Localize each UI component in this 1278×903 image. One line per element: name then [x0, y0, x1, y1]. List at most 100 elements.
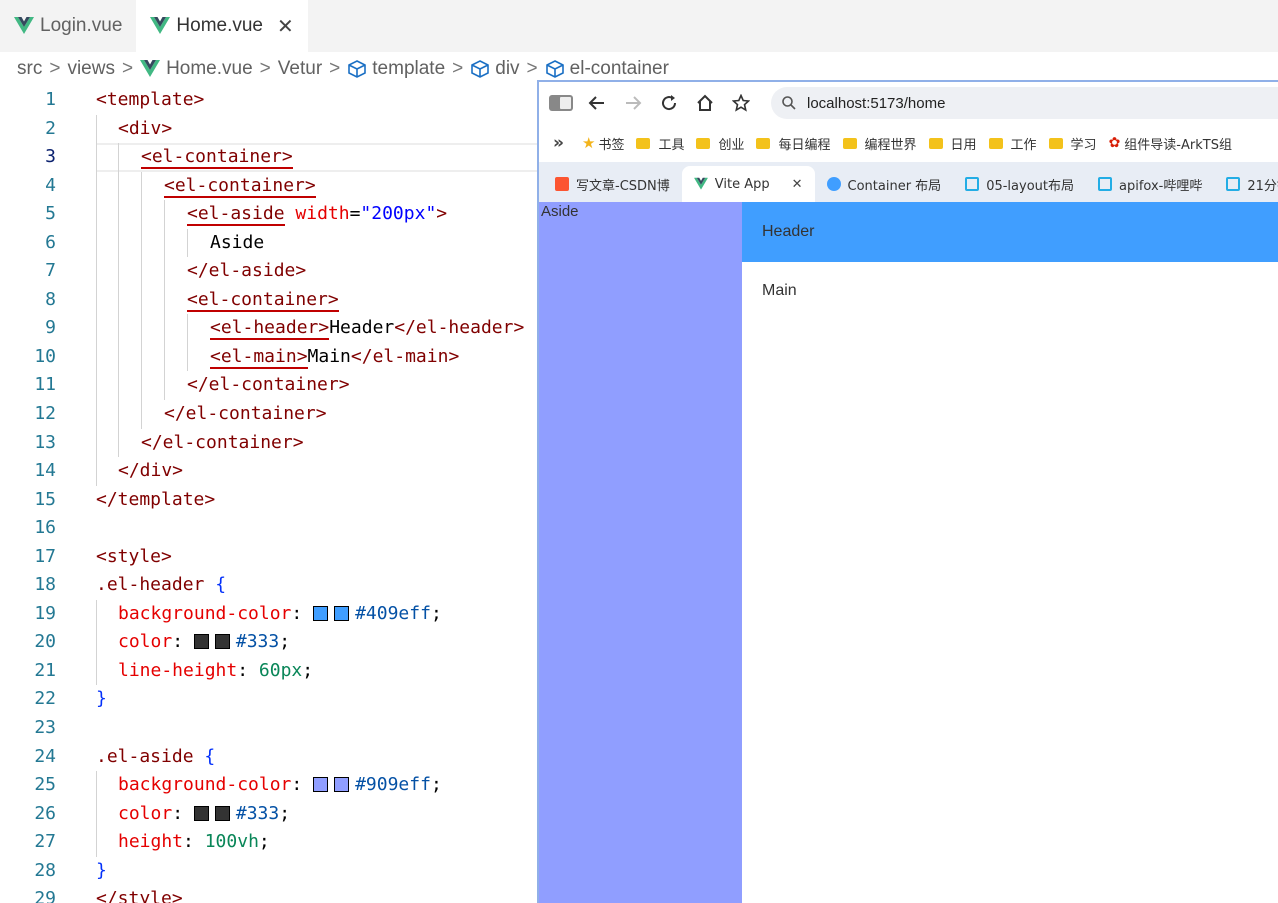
bookmark-folder[interactable]: 编程世界 [842, 134, 917, 153]
breadcrumb-item[interactable]: el-container [570, 58, 669, 80]
browser-toolbar: localhost:5173/home [539, 82, 1278, 124]
color-swatch[interactable] [214, 805, 230, 821]
code-token: </div> [118, 460, 184, 482]
close-icon[interactable]: ✕ [277, 14, 294, 39]
bookmark-folder[interactable]: 每日编程 [756, 134, 831, 153]
tab-label: Home.vue [176, 15, 264, 36]
code-line: 12 </el-container> [0, 400, 540, 429]
line-number: 2 [45, 117, 56, 139]
bookmarks-bar: » ★ 书签 工具 创业 每日编程 编程世界 日用 工作 学习 ✿ 组件导读-Ark… [539, 124, 1278, 162]
code-token: <el-container> [141, 146, 293, 170]
browser-tab-label: Vite App [714, 176, 770, 192]
forward-icon[interactable] [615, 85, 651, 121]
color-swatch[interactable] [193, 634, 209, 650]
back-icon[interactable] [579, 85, 615, 121]
browser-tab-label: Container 布局 [847, 178, 942, 194]
tab-home-vue[interactable]: Home.vue ✕ [136, 0, 308, 52]
line-number: 23 [34, 717, 56, 739]
tab-login-vue[interactable]: Login.vue [0, 0, 136, 52]
code-line-current: 3 <el-container> [0, 143, 540, 172]
line-number: 18 [34, 574, 56, 596]
code-token: width [295, 203, 350, 225]
browser-tab-label: 05-layout布局 [986, 178, 1074, 194]
reload-icon[interactable] [651, 85, 687, 121]
code-token: <el-header> [210, 317, 330, 341]
bookmark-folder[interactable]: 学习 [1048, 134, 1097, 153]
browser-tab[interactable]: 21分钟 [1214, 166, 1278, 202]
browser-tab[interactable]: 05-layout布局 [953, 166, 1086, 202]
bookmark-label: 学习 [1070, 137, 1097, 153]
line-number: 22 [34, 688, 56, 710]
code-line: 6 Aside [0, 228, 540, 258]
code-line: 11 </el-container> [0, 371, 540, 401]
browser-tab-active[interactable]: Vite App ✕ [681, 166, 815, 202]
bookmark-folder[interactable]: 工作 [988, 134, 1037, 153]
browser-tab[interactable]: Container 布局 [815, 166, 954, 202]
web-page: Aside Header Main [539, 202, 1278, 903]
cube-icon [471, 60, 490, 78]
browser-tab[interactable]: apifox-哔哩哔 [1086, 166, 1214, 202]
code-token: #409eff [355, 602, 431, 624]
code-token: </el-container> [164, 403, 327, 425]
vue-logo-icon [693, 177, 708, 190]
bookmark-label: 每日编程 [778, 137, 831, 153]
element-icon [826, 177, 841, 191]
bilibili-icon [965, 177, 980, 191]
address-bar[interactable]: localhost:5173/home [771, 87, 1278, 119]
breadcrumb-item[interactable]: Home.vue [166, 58, 253, 80]
color-swatch[interactable] [193, 805, 209, 821]
line-number: 16 [34, 517, 56, 539]
code-line: 13 </el-container> [0, 428, 540, 458]
line-number: 28 [34, 859, 56, 881]
bookmark-label: 日用 [950, 137, 977, 153]
bookmark-folder[interactable]: 日用 [928, 134, 977, 153]
bookmark-label: 编程世界 [864, 137, 917, 153]
bookmark-folder[interactable]: 创业 [696, 134, 744, 153]
search-icon [782, 96, 796, 110]
code-editor[interactable]: 1 <template> 2 <div> 3 <el-container> 4 <el-… [0, 86, 540, 903]
vue-logo-icon [140, 60, 161, 77]
line-number: 26 [34, 802, 56, 824]
code-line: 18 .el-header { [0, 571, 540, 600]
line-number: 3 [45, 146, 56, 168]
el-aside: Aside [539, 202, 742, 903]
chevron-right-icon: > [452, 58, 464, 79]
color-swatch[interactable] [313, 605, 329, 621]
huawei-icon: ✿ [1108, 135, 1121, 151]
bookmark-item[interactable]: ★ 书签 [582, 134, 624, 153]
code-token: "200px" [360, 203, 437, 225]
color-swatch[interactable] [334, 605, 350, 621]
code-token: <el-container> [187, 288, 339, 312]
code-line: 4 <el-container> [0, 171, 540, 201]
chevron-right-icon: > [259, 58, 271, 79]
line-number: 1 [45, 89, 56, 110]
color-swatch[interactable] [313, 777, 329, 793]
color-swatch[interactable] [334, 777, 350, 793]
bookmark-folder[interactable]: 工具 [636, 134, 684, 153]
breadcrumb-item[interactable]: src [17, 58, 42, 80]
browser-tab[interactable]: 写文章-CSDN博 [539, 166, 682, 202]
close-icon[interactable]: ✕ [792, 177, 803, 192]
bookmark-item[interactable]: ✿ 组件导读-ArkTS组 [1109, 134, 1232, 153]
line-number: 19 [34, 602, 56, 624]
code-token: color [118, 631, 173, 653]
home-icon[interactable] [687, 85, 723, 121]
code-token: </el-aside> [187, 260, 307, 282]
star-icon: ★ [581, 134, 596, 152]
code-line: 27 height: 100vh; [0, 828, 540, 857]
sidebar-toggle-icon[interactable] [543, 85, 579, 121]
star-icon[interactable] [723, 85, 759, 121]
tab-label: Login.vue [40, 15, 123, 36]
code-token: #909eff [355, 774, 431, 796]
breadcrumb-item[interactable]: template [372, 58, 445, 80]
breadcrumb-item[interactable]: views [67, 58, 115, 80]
folder-icon [636, 137, 651, 149]
color-swatch[interactable] [214, 634, 230, 650]
line-number: 5 [45, 203, 56, 225]
more-bookmarks-icon[interactable]: » [553, 133, 564, 153]
screen: Login.vue Home.vue ✕ src > views > Home.… [0, 0, 1278, 903]
breadcrumb-item[interactable]: Vetur [278, 58, 322, 80]
breadcrumb-item[interactable]: div [495, 58, 519, 80]
code-token: <el-main> [210, 345, 308, 369]
bilibili-icon [1226, 177, 1241, 191]
